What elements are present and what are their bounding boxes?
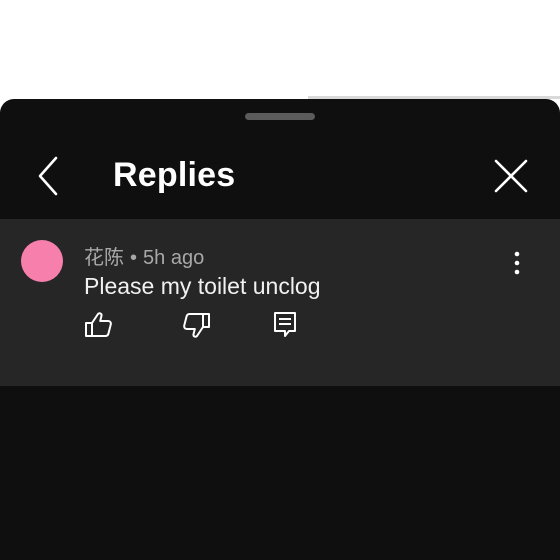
back-button[interactable]: [30, 154, 70, 198]
comment-text: Please my toilet unclog: [84, 273, 321, 299]
comment-icon: [274, 312, 296, 337]
thumbs-up-icon: [85, 312, 112, 337]
comment-time: 5h ago: [143, 247, 205, 269]
like-button[interactable]: [82, 308, 116, 342]
comment-meta: 花陈 • 5h ago: [84, 241, 204, 270]
drag-handle[interactable]: [245, 113, 315, 120]
comment-item: 花陈 • 5h ago Please my toilet unclog: [0, 219, 560, 386]
dislike-button[interactable]: [179, 308, 213, 342]
replies-sheet: Replies 花陈 • 5h ago Please my toilet unclo…: [0, 99, 560, 560]
video-area: [0, 0, 560, 97]
close-button[interactable]: [490, 155, 532, 197]
page-title: Replies: [113, 156, 236, 194]
more-vertical-icon: [514, 251, 520, 275]
more-options-button[interactable]: [505, 249, 529, 277]
meta-separator: •: [130, 247, 138, 269]
avatar[interactable]: [21, 240, 63, 282]
chevron-left-icon: [38, 156, 58, 196]
thumbs-down-icon: [183, 313, 210, 338]
reply-button[interactable]: [268, 308, 302, 342]
comment-author[interactable]: 花陈: [84, 247, 124, 269]
close-icon: [494, 159, 528, 193]
